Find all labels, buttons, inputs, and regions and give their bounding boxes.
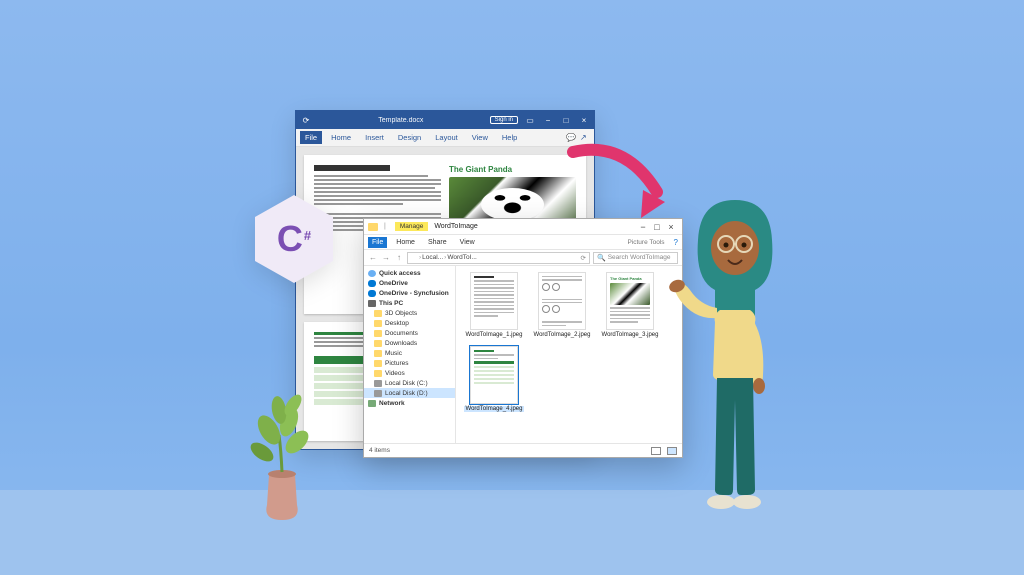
csharp-letter: C <box>277 218 303 260</box>
status-item-count: 4 items <box>369 447 390 454</box>
word-tab-view[interactable]: View <box>467 131 493 144</box>
file-label: WordToImage_2.jpeg <box>532 332 593 338</box>
folder-icon <box>368 223 378 231</box>
word-close-button[interactable]: × <box>578 116 590 125</box>
word-tab-home[interactable]: Home <box>326 131 356 144</box>
explorer-up-button[interactable]: ↑ <box>394 253 404 263</box>
explorer-window-title: WordToImage <box>434 223 477 230</box>
explorer-tab-share[interactable]: Share <box>424 237 451 248</box>
word-tab-insert[interactable]: Insert <box>360 131 389 144</box>
word-maximize-button[interactable]: □ <box>560 116 572 125</box>
tree-item-videos[interactable]: Videos <box>364 368 455 378</box>
tree-item-pictures[interactable]: Pictures <box>364 358 455 368</box>
search-placeholder: Search WordToImage <box>608 254 671 261</box>
word-tab-help[interactable]: Help <box>497 131 522 144</box>
character-illustration <box>665 190 805 520</box>
explorer-refresh-icon[interactable]: ⟳ <box>581 254 586 262</box>
word-ribbon: File Home Insert Design Layout View Help… <box>296 129 594 147</box>
view-details-icon[interactable] <box>651 447 661 455</box>
tree-item-desktop[interactable]: Desktop <box>364 318 455 328</box>
explorer-file-pane[interactable]: WordToImage_1.jpeg WordToImage_2.jpeg Th… <box>456 266 682 443</box>
file-label: WordToImage_4.jpeg <box>464 406 525 412</box>
explorer-status-bar: 4 items <box>364 443 682 457</box>
word-minimize-button[interactable]: − <box>542 116 554 125</box>
file-label: WordToImage_3.jpeg <box>600 332 661 338</box>
word-titlebar: ⟳ Template.docx Sign in ▭ − □ × <box>296 111 594 129</box>
csharp-badge: C # <box>255 195 333 283</box>
breadcrumb-segment-1[interactable]: Local... <box>422 254 443 261</box>
tree-onedrive-syncfusion[interactable]: OneDrive - Syncfusion <box>364 288 455 298</box>
file-explorer-window: | Manage WordToImage − □ × File Home Sha… <box>363 218 683 458</box>
tree-item-downloads[interactable]: Downloads <box>364 338 455 348</box>
tree-item-3d-objects[interactable]: 3D Objects <box>364 308 455 318</box>
word-heading-panda: The Giant Panda <box>449 165 576 174</box>
word-autosave-icon[interactable]: ⟳ <box>300 116 312 125</box>
tree-quick-access[interactable]: Quick access <box>364 268 455 278</box>
file-thumb-3[interactable]: The Giant Panda WordToImage_3.jpeg <box>600 272 660 338</box>
explorer-ribbon: File Home Share View Picture Tools ? <box>364 235 682 250</box>
explorer-breadcrumb[interactable]: › Local... › WordToI... ⟳ <box>407 252 590 264</box>
word-tab-design[interactable]: Design <box>393 131 426 144</box>
word-comments-icon[interactable]: 💬 <box>566 133 576 143</box>
word-ribbon-mode-icon[interactable]: ▭ <box>524 116 536 125</box>
floor <box>0 490 1024 575</box>
tree-onedrive[interactable]: OneDrive <box>364 278 455 288</box>
explorer-tab-view[interactable]: View <box>456 237 479 248</box>
explorer-nav-tree[interactable]: Quick access OneDrive OneDrive - Syncfus… <box>364 266 456 443</box>
file-label: WordToImage_1.jpeg <box>464 332 525 338</box>
explorer-forward-button[interactable]: → <box>381 253 391 263</box>
file-thumb-4[interactable]: WordToImage_4.jpeg <box>464 346 524 412</box>
word-tab-layout[interactable]: Layout <box>430 131 463 144</box>
breadcrumb-segment-2[interactable]: WordToI... <box>447 254 477 261</box>
file-thumb-2[interactable]: WordToImage_2.jpeg <box>532 272 592 338</box>
tree-item-local-disk-c[interactable]: Local Disk (C:) <box>364 378 455 388</box>
word-signin-button[interactable]: Sign in <box>490 116 518 124</box>
tree-item-local-disk-d[interactable]: Local Disk (D:) <box>364 388 455 398</box>
explorer-tab-home[interactable]: Home <box>392 237 419 248</box>
file-thumb-1[interactable]: WordToImage_1.jpeg <box>464 272 524 338</box>
tree-item-documents[interactable]: Documents <box>364 328 455 338</box>
explorer-address-bar: ← → ↑ › Local... › WordToI... ⟳ 🔍 Search… <box>364 250 682 266</box>
tree-network[interactable]: Network <box>364 398 455 408</box>
tree-item-music[interactable]: Music <box>364 348 455 358</box>
explorer-back-button[interactable]: ← <box>368 253 378 263</box>
explorer-manage-tab[interactable]: Manage <box>395 222 429 231</box>
word-doc-title: Template.docx <box>318 117 484 124</box>
plant-decoration <box>237 380 327 520</box>
word-tab-file[interactable]: File <box>300 131 322 144</box>
csharp-sharp: # <box>304 228 311 243</box>
tree-this-pc[interactable]: This PC <box>364 298 455 308</box>
explorer-tab-file[interactable]: File <box>368 237 387 248</box>
word-share-icon[interactable]: ↗ <box>580 133 590 143</box>
explorer-contextual-tab[interactable]: Picture Tools <box>623 237 668 248</box>
search-icon: 🔍 <box>597 254 606 262</box>
conversion-arrow-icon <box>565 142 675 232</box>
